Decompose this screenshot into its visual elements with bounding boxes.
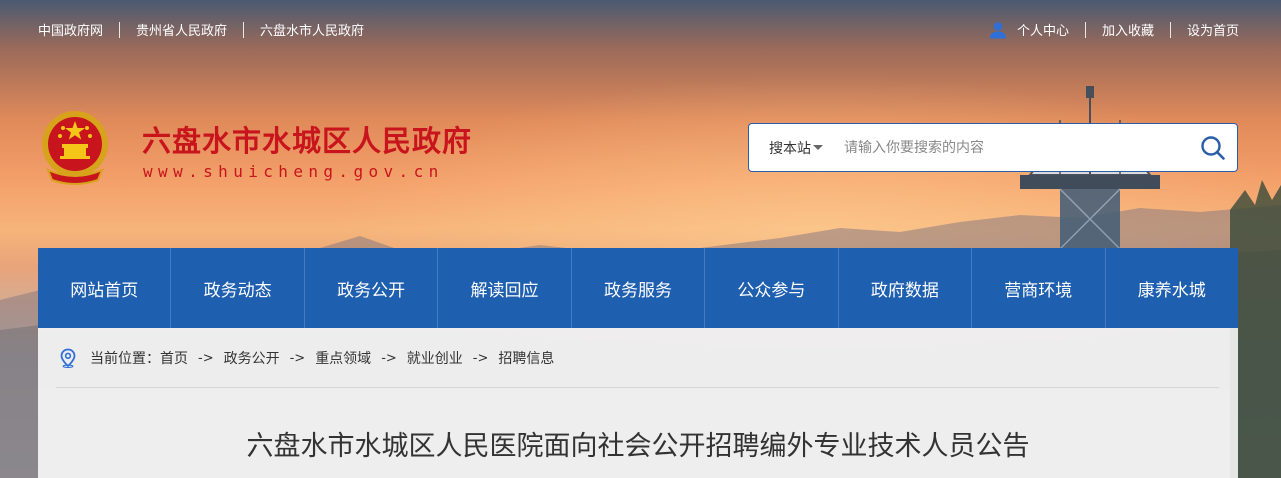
breadcrumb-home[interactable]: 首页: [160, 348, 188, 368]
national-emblem-icon: [42, 111, 108, 185]
add-favorite-link[interactable]: 加入收藏: [1102, 20, 1154, 39]
breadcrumb-public-affairs[interactable]: 政务公开: [224, 348, 280, 368]
nav-item-services[interactable]: 政务服务: [572, 248, 706, 328]
nav-item-participation[interactable]: 公众参与: [705, 248, 839, 328]
nav-item-business[interactable]: 营商环境: [972, 248, 1106, 328]
breadcrumb-separator: ->: [198, 350, 214, 366]
divider: [56, 387, 1219, 388]
breadcrumb-key-areas[interactable]: 重点领域: [315, 348, 371, 368]
breadcrumb-separator: ->: [381, 350, 397, 366]
content-panel: 当前位置： 首页 -> 政务公开 -> 重点领域 -> 就业创业 -> 招聘信息…: [38, 328, 1238, 478]
search-box: 搜本站: [748, 123, 1238, 172]
link-china-gov[interactable]: 中国政府网: [38, 20, 103, 39]
link-liupanshui-gov[interactable]: 六盘水市人民政府: [260, 20, 364, 39]
user-icon: [989, 21, 1006, 38]
site-title: 六盘水市水城区人民政府: [142, 124, 473, 158]
nav-item-data[interactable]: 政府数据: [839, 248, 973, 328]
search-input[interactable]: [844, 127, 1184, 168]
divider: [243, 21, 245, 38]
personal-center-link[interactable]: 个人中心: [1017, 20, 1069, 39]
chevron-down-icon: [813, 145, 823, 150]
search-icon[interactable]: [1199, 134, 1227, 162]
breadcrumb-separator: ->: [289, 350, 306, 366]
search-scope-label: 搜本站: [769, 140, 811, 157]
set-homepage-link[interactable]: 设为首页: [1187, 20, 1239, 39]
site-url: www.shuicheng.gov.cn: [143, 162, 444, 181]
breadcrumb: 当前位置： 首页 -> 政务公开 -> 重点领域 -> 就业创业 -> 招聘信息: [58, 348, 554, 368]
external-links: 中国政府网 贵州省人民政府 六盘水市人民政府: [38, 20, 364, 39]
divider: [1169, 21, 1171, 38]
divider: [1084, 21, 1086, 38]
nav-item-wellness[interactable]: 康养水城: [1106, 248, 1238, 328]
nav-item-public-affairs[interactable]: 政务公开: [305, 248, 439, 328]
main-nav: 网站首页 政务动态 政务公开 解读回应 政务服务 公众参与 政府数据 营商环境 …: [38, 248, 1238, 328]
link-guizhou-gov[interactable]: 贵州省人民政府: [136, 20, 227, 39]
breadcrumb-separator: ->: [472, 350, 489, 366]
location-pin-icon: [60, 348, 76, 368]
breadcrumb-employment[interactable]: 就业创业: [407, 348, 463, 368]
nav-item-news[interactable]: 政务动态: [171, 248, 305, 328]
user-links: 个人中心 加入收藏 设为首页: [989, 20, 1239, 39]
divider: [119, 21, 121, 38]
breadcrumb-prefix: 当前位置：: [90, 351, 160, 367]
nav-item-interpretation[interactable]: 解读回应: [438, 248, 572, 328]
search-scope-dropdown[interactable]: 搜本站: [749, 138, 844, 158]
article-title: 六盘水市水城区人民医院面向社会公开招聘编外专业技术人员公告: [246, 431, 1030, 462]
breadcrumb-recruitment[interactable]: 招聘信息: [498, 348, 554, 368]
top-bar: 中国政府网 贵州省人民政府 六盘水市人民政府 个人中心 加入收藏 设为首页: [0, 0, 1281, 58]
nav-item-home[interactable]: 网站首页: [38, 248, 172, 328]
